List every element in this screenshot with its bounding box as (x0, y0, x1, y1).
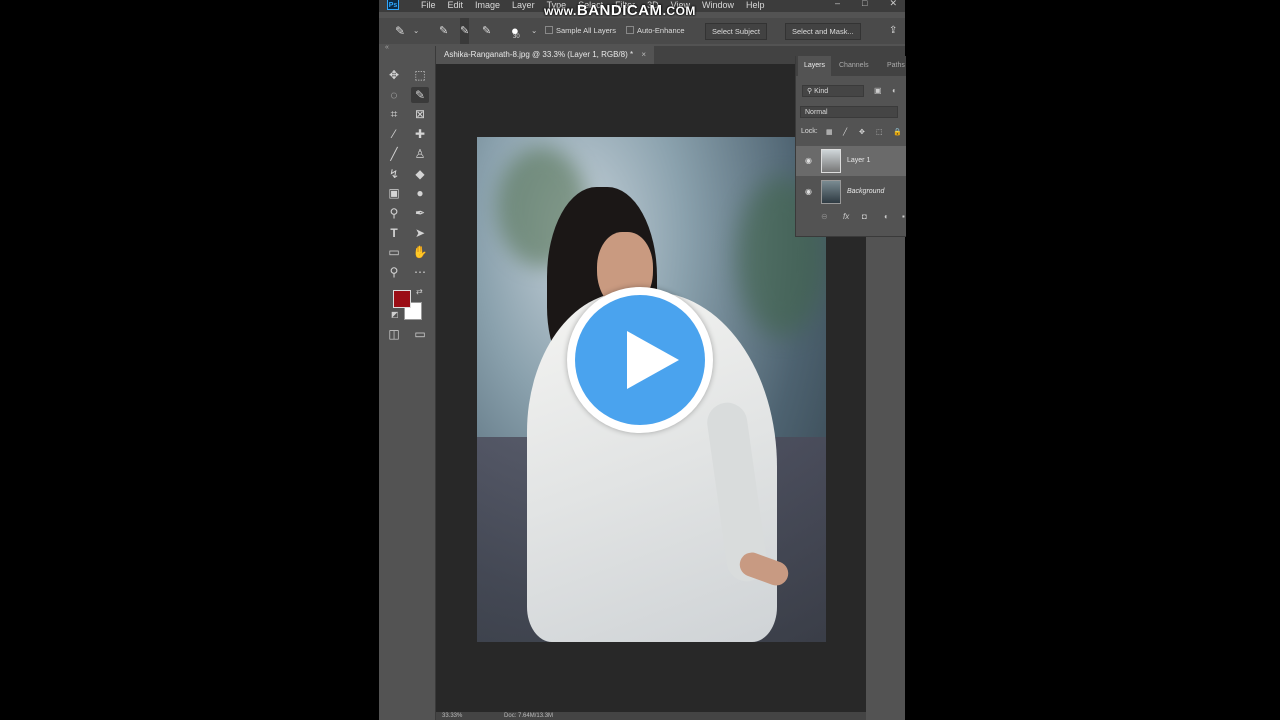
eyedropper-icon[interactable]: ⁄ (385, 126, 403, 142)
eye-icon[interactable]: ◉ (805, 156, 814, 165)
quick-mask-icon[interactable]: ◫ (385, 326, 403, 342)
brush-picker-chevron-icon[interactable]: ⌄ (531, 18, 537, 44)
healing-icon[interactable]: ✚ (411, 126, 429, 142)
collapse-panel-icon[interactable]: « (385, 44, 389, 51)
chevron-down-icon[interactable]: ⌄ (413, 18, 419, 44)
tab-paths[interactable]: Paths (887, 56, 905, 76)
link-layers-icon[interactable]: ⊖ (821, 212, 828, 221)
layers-footer: ⊖ fx ◘ ◐ ▪ (796, 212, 906, 228)
filter-kind-select[interactable]: ⚲ Kind (802, 85, 864, 97)
doc-size: Doc: 7.64M/13.3M (504, 713, 554, 719)
blend-mode-select[interactable]: Normal (800, 106, 898, 118)
recorder-watermark: www.BANDICAM.COM (544, 2, 696, 19)
fx-icon[interactable]: fx (843, 212, 849, 221)
lock-label: Lock: (801, 128, 818, 135)
crop-icon[interactable]: ⌗ (385, 106, 403, 122)
quick-selection-tool-icon[interactable]: ✎ (395, 18, 405, 44)
lock-transparency-icon[interactable]: ▦ (826, 128, 833, 136)
layer-row-layer-1[interactable]: ◉ Layer 1 (796, 146, 906, 176)
menu-window[interactable]: Window (696, 0, 740, 11)
lock-row: Lock: ▦ ╱ ✥ ⬚ 🔒 (796, 128, 906, 140)
lock-artboard-icon[interactable]: ⬚ (876, 128, 883, 136)
layer-row-background[interactable]: ◉ Background (796, 177, 906, 207)
auto-enhance-checkbox[interactable]: Auto-Enhance (626, 18, 685, 44)
menu-file[interactable]: File (415, 0, 442, 11)
layer-thumbnail (821, 149, 841, 173)
document-title: Ashika-Ranganath-8.jpg @ 33.3% (Layer 1,… (444, 50, 634, 59)
status-bar: 33.33% Doc: 7.64M/13.3M (436, 712, 866, 720)
lock-move-icon[interactable]: ✥ (859, 128, 865, 136)
type-icon[interactable]: T (385, 225, 403, 241)
layers-panel: Layers Channels Paths ⚲ Kind ▣ ◐ Normal … (795, 56, 906, 237)
tools-panel: « ✥ ⬚ ◌ ✎ ⌗ ⊠ ⁄ ✚ ╱ ♙ ↯ ◆ ▣ ● ⚲ ✒ T ➤ ▭ … (379, 44, 436, 720)
dodge-icon[interactable]: ⚲ (385, 205, 403, 221)
app-logo: Ps (387, 0, 399, 10)
screen-mode-icon[interactable]: ▭ (411, 326, 429, 342)
search-icon: ⚲ (807, 88, 813, 95)
sample-all-layers-checkbox[interactable]: Sample All Layers (545, 18, 616, 44)
play-icon (627, 331, 679, 389)
image-filter-icon[interactable]: ▣ (874, 86, 882, 95)
brush-icon[interactable]: ╱ (385, 146, 403, 162)
close-icon[interactable]: ✕ (889, 0, 897, 9)
hand-icon[interactable]: ✋ (411, 244, 429, 260)
minimize-icon[interactable]: – (835, 0, 840, 9)
more-icon[interactable]: ⋯ (411, 264, 429, 280)
adjustment-layer-icon[interactable]: ◐ (884, 212, 889, 221)
pen-icon[interactable]: ✒ (411, 205, 429, 221)
stamp-icon[interactable]: ♙ (411, 146, 429, 162)
video-play-button[interactable] (567, 287, 713, 433)
foreground-color-swatch[interactable] (393, 290, 411, 308)
eraser-icon[interactable]: ◆ (411, 166, 429, 182)
default-colors-icon[interactable]: ◩ (391, 310, 399, 319)
subtract-selection-icon[interactable]: ✎ (482, 18, 491, 44)
adjustment-filter-icon[interactable]: ◐ (892, 86, 897, 95)
layer-name: Layer 1 (847, 157, 871, 164)
window-controls: – □ ✕ (835, 0, 897, 9)
rectangle-icon[interactable]: ▭ (385, 244, 403, 260)
gradient-icon[interactable]: ▣ (385, 185, 403, 201)
maximize-icon[interactable]: □ (862, 0, 867, 9)
tab-channels[interactable]: Channels (839, 56, 869, 76)
marquee-icon[interactable]: ⬚ (411, 67, 429, 83)
new-selection-icon[interactable]: ✎ (439, 18, 448, 44)
swap-colors-icon[interactable]: ⇄ (416, 287, 423, 296)
blur-icon[interactable]: ● (411, 185, 429, 201)
layer-thumbnail (821, 180, 841, 204)
move-icon[interactable]: ✥ (385, 67, 403, 83)
select-and-mask-button[interactable]: Select and Mask... (785, 23, 861, 40)
quick-selection-icon[interactable]: ✎ (411, 87, 429, 103)
menu-image[interactable]: Image (469, 0, 506, 11)
share-icon[interactable]: ⇪ (889, 18, 897, 44)
close-tab-icon[interactable]: × (641, 50, 646, 59)
select-subject-button[interactable]: Select Subject (705, 23, 767, 40)
menu-layer[interactable]: Layer (506, 0, 541, 11)
add-mask-icon[interactable]: ◘ (862, 212, 867, 221)
tab-layers[interactable]: Layers (798, 56, 832, 76)
eye-icon[interactable]: ◉ (805, 187, 814, 196)
layers-panel-tabs: Layers Channels Paths (796, 56, 906, 76)
document-tab[interactable]: Ashika-Ranganath-8.jpg @ 33.3% (Layer 1,… (436, 46, 655, 64)
zoom-level: 33.33% (442, 713, 463, 719)
lock-all-icon[interactable]: 🔒 (893, 128, 902, 136)
add-to-selection-icon[interactable]: ✎ (460, 18, 470, 44)
menu-help[interactable]: Help (740, 0, 771, 11)
lasso-icon[interactable]: ◌ (385, 87, 403, 103)
zoom-icon[interactable]: ⚲ (385, 264, 403, 280)
layer-name: Background (847, 188, 885, 195)
options-bar: ✎ ⌄ ✎ ✎ ✎ ● 30 ⌄ Sample All Layers Auto-… (379, 18, 905, 44)
menu-edit[interactable]: Edit (442, 0, 470, 11)
frame-icon[interactable]: ⊠ (411, 106, 429, 122)
new-group-icon[interactable]: ▪ (902, 212, 905, 221)
path-select-icon[interactable]: ➤ (411, 225, 429, 241)
lock-brush-icon[interactable]: ╱ (843, 128, 847, 136)
history-brush-icon[interactable]: ↯ (385, 166, 403, 182)
